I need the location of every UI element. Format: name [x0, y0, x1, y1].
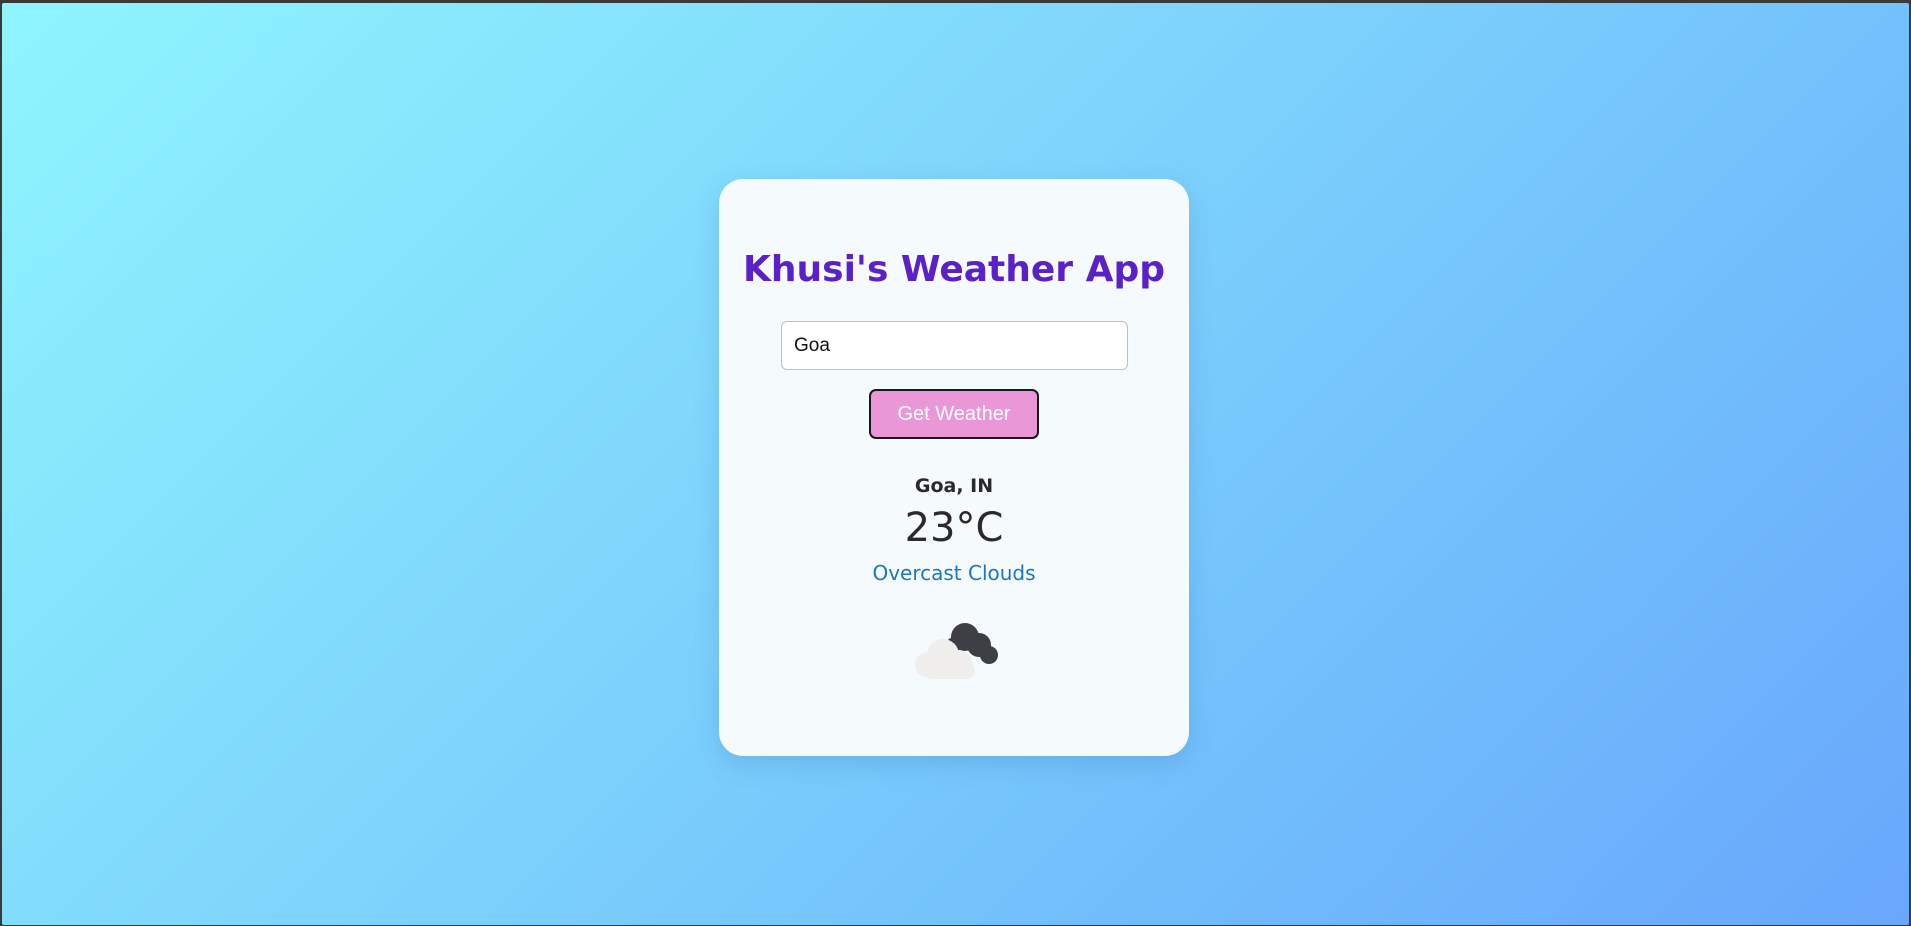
- page-background: Khusi's Weather App Get Weather Goa, IN …: [2, 3, 1909, 925]
- weather-description: Overcast Clouds: [872, 561, 1036, 585]
- location-label: Goa, IN: [914, 475, 994, 497]
- app-title: Khusi's Weather App: [743, 249, 1165, 290]
- temperature-value: 23°C: [904, 505, 1004, 551]
- get-weather-button[interactable]: Get Weather: [869, 389, 1039, 439]
- overcast-clouds-icon: [915, 623, 998, 679]
- city-search-input[interactable]: [781, 321, 1128, 370]
- weather-card: Khusi's Weather App Get Weather Goa, IN …: [719, 179, 1189, 756]
